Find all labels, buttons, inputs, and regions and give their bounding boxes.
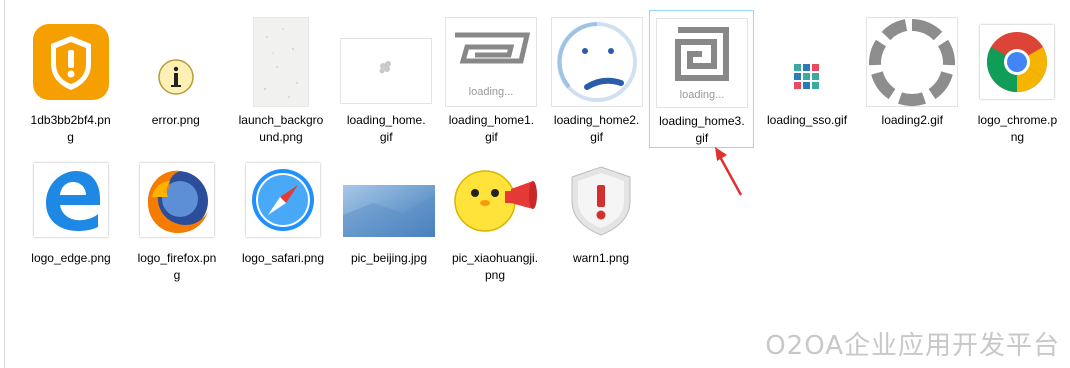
info-icon [128,14,224,110]
firefox-logo [129,152,225,248]
file-label: logo_safari.png [241,251,325,265]
file-item-error[interactable]: error.png [123,10,228,148]
loading-text: loading... [469,86,514,98]
file-label: logo_firefox.pn g [137,251,217,282]
file-item-launch-background[interactable]: launch_backgro und.png [228,10,333,148]
red-exclamation-shield-icon [553,152,649,248]
file-item-loading-home[interactable]: loading_home. gif [334,10,439,148]
file-label: warn1.png [572,251,630,265]
file-item-loading2[interactable]: loading2.gif [860,10,965,148]
file-item-loading-home2[interactable]: loading_home2. gif [544,10,649,148]
file-label: loading2.gif [881,113,943,127]
blank-loading-gif [338,14,434,110]
safari-logo [235,152,331,248]
file-label: loading_home. gif [346,113,426,144]
file-label: logo_edge.png [31,251,111,265]
file-row-1: 1db3bb2bf4.pn g error.png launch_backgro… [18,10,1070,148]
file-row-2: logo_edge.png logo_firefox.pn g logo_saf… [18,148,1070,286]
file-label: pic_beijing.jpg [350,251,428,265]
file-item-logo-edge[interactable]: logo_edge.png [18,148,124,286]
edge-logo [23,152,119,248]
file-label: logo_chrome.p ng [977,113,1058,144]
watermark: O2OA企业应用开发平台 [765,331,1060,361]
blue-gradient-image [341,152,437,248]
file-item-pic-xiaohuangji[interactable]: pic_xiaohuangji. png [442,148,548,286]
file-item-logo-chrome[interactable]: logo_chrome.p ng [965,10,1070,148]
smiley-loading-gif [549,14,645,110]
file-label: loading_home3. gif [659,114,745,145]
file-item-1db3bb2bf4[interactable]: 1db3bb2bf4.pn g [18,10,123,148]
file-label: pic_xiaohuangji. png [451,251,539,282]
yellow-chick-image [447,152,543,248]
loading-spiral-gif: loading... [654,15,750,111]
loading-text: loading... [680,89,725,101]
annotation-arrow [715,147,743,196]
file-item-logo-firefox[interactable]: logo_firefox.pn g [124,148,230,286]
segmented-ring-gif [864,14,960,110]
shield-warning-icon [23,14,119,110]
file-item-loading-home1[interactable]: loading... loading_home1. gif [439,10,544,148]
file-item-logo-safari[interactable]: logo_safari.png [230,148,336,286]
speckled-paper-image [233,14,329,110]
file-item-loading-sso[interactable]: loading_sso.gif [754,10,859,148]
file-label: 1db3bb2bf4.pn g [30,113,111,144]
file-label: loading_home2. gif [553,113,640,144]
explorer-left-edge [4,0,5,368]
tile-dots-gif [759,14,855,110]
file-item-loading-home3[interactable]: loading... loading_home3. gif [649,10,755,148]
file-label: error.png [151,113,200,127]
file-label: loading_sso.gif [767,113,848,127]
loading-spiral-gif: loading... [443,14,539,110]
file-label: loading_home1. gif [448,113,535,144]
file-item-warn1[interactable]: warn1.png [548,148,654,286]
file-grid: 1db3bb2bf4.pn g error.png launch_backgro… [18,10,1070,286]
chrome-logo [969,14,1065,110]
file-label: launch_backgro und.png [238,113,324,144]
file-item-pic-beijing[interactable]: pic_beijing.jpg [336,148,442,286]
